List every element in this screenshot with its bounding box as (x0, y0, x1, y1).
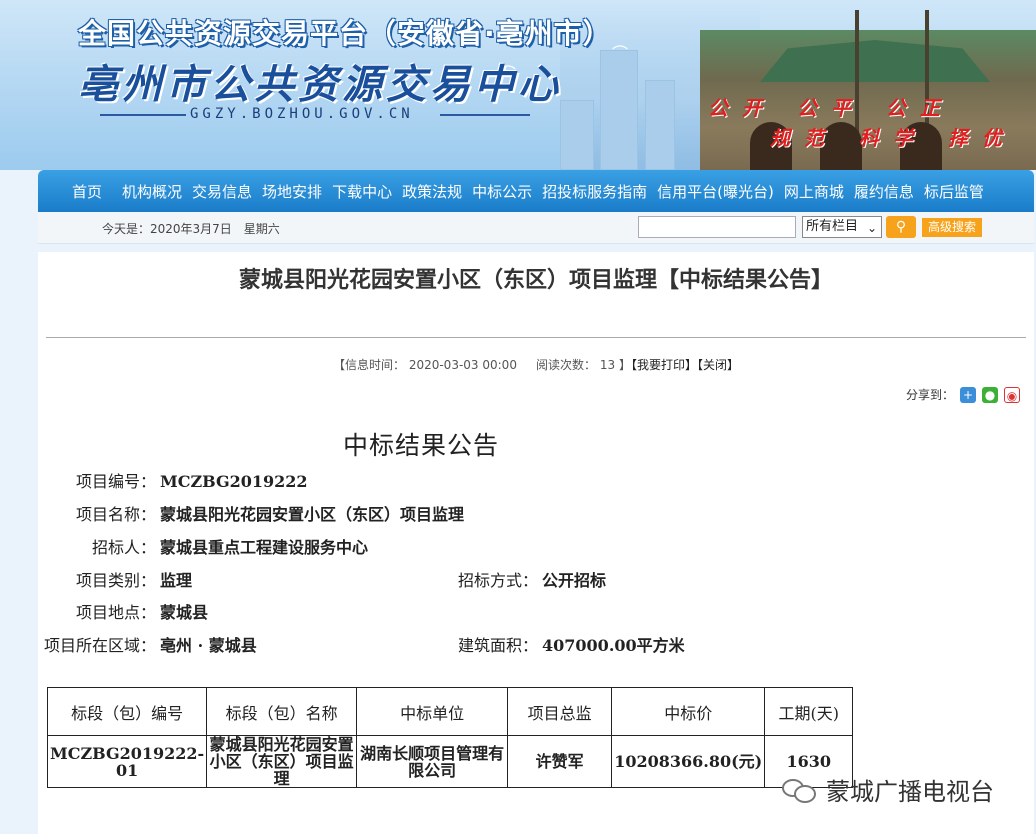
field-region: 项目所在区域： 亳州 · 蒙城县 (38, 632, 257, 656)
field-value: MCZBG2019222 (160, 472, 308, 491)
field-label: 建筑面积： (458, 636, 539, 655)
platform-title: 全国公共资源交易平台（安徽省·亳州市） (78, 17, 612, 50)
nav-item-policy[interactable]: 政策法规 (402, 181, 462, 202)
divider (100, 114, 186, 116)
nav-item-award-notice[interactable]: 中标公示 (472, 181, 532, 202)
share-more-icon[interactable]: + (960, 386, 977, 403)
field-label: 项目类别： (75, 571, 156, 590)
nav-item-trade-info[interactable]: 交易信息 (192, 181, 252, 202)
today-date: 今天是：2020年3月7日 星期六 (102, 222, 280, 236)
column-select-value: 所有栏目 (806, 219, 859, 234)
table-row: MCZBG2019222-01 蒙城县阳光花园安置小区（东区）项目监理 湖南长顺… (46, 735, 854, 788)
wechat-logo-icon (782, 777, 818, 803)
site-name: 亳州市公共资源交易中心 (78, 61, 562, 108)
close-link[interactable]: 【关闭】 (697, 358, 739, 372)
field-label: 招标方式： (458, 571, 539, 590)
nav-item-performance[interactable]: 履约信息 (854, 181, 914, 202)
search-button[interactable]: ⚲ (886, 216, 916, 238)
nav-item-venue[interactable]: 场地安排 (262, 181, 322, 202)
share-bar: 分享到： + ● ◉ (906, 386, 1021, 403)
announcement-title: 中标结果公告 (343, 431, 500, 460)
field-label: 招标人： (91, 538, 156, 557)
table-cell: 蒙城县阳光花园安置小区（东区）项目监理 (206, 735, 358, 788)
article-meta: 【信息时间： 2020-03-03 00:00 阅读次数： 13 】【我要打印】… (38, 356, 1034, 373)
field-label: 项目所在区域： (43, 636, 156, 655)
watermark: 蒙城广播电视台 (782, 772, 994, 807)
building-graphic (560, 100, 594, 170)
field-value: 监理 (160, 571, 193, 590)
nav-item-about[interactable]: 机构概况 (122, 181, 182, 202)
field-value: 蒙城县 (160, 603, 209, 622)
field-label: 项目名称： (75, 505, 156, 524)
field-location: 项目地点： 蒙城县 (60, 599, 208, 623)
field-label: 项目地点： (75, 603, 156, 622)
nav-item-service-guide[interactable]: 招投标服务指南 (542, 181, 647, 202)
field-tenderer: 招标人： 蒙城县重点工程建设服务中心 (60, 534, 368, 558)
table-cell: MCZBG2019222-01 (46, 735, 208, 788)
field-method: 招标方式： 公开招标 (458, 567, 606, 591)
meta-prefix: 【信息时间： (332, 358, 405, 372)
field-value: 亳州 · 蒙城县 (160, 636, 257, 655)
search-bar: 今天是：2020年3月7日 星期六 所有栏目 ⌄ ⚲ 高级搜索 (38, 212, 1034, 244)
search-input[interactable] (638, 216, 796, 238)
site-domain: GGZY.BOZHOU.GOV.CN (190, 106, 414, 122)
table-cell: 10208366.80(元) (611, 735, 766, 788)
field-project-name: 项目名称： 蒙城县阳光花园安置小区（东区）项目监理 (60, 501, 464, 525)
article-container: 蒙城县阳光花园安置小区（东区）项目监理【中标结果公告】 【信息时间： 2020-… (38, 252, 1034, 834)
share-label: 分享到： (906, 388, 955, 402)
page-title: 蒙城县阳光花园安置小区（东区）项目监理【中标结果公告】 (238, 267, 833, 293)
table-header-cell: 工期(天) (764, 687, 854, 736)
table-header-row: 标段（包）编号 标段（包）名称 中标单位 项目总监 中标价 工期(天) (46, 687, 854, 736)
info-time: 2020-03-03 00:00 (408, 358, 517, 372)
weibo-icon[interactable]: ◉ (1004, 386, 1021, 403)
advanced-search-button[interactable]: 高级搜索 (922, 218, 982, 237)
table-header-cell: 中标单位 (356, 687, 509, 736)
table-header-cell: 标段（包）编号 (46, 687, 208, 736)
table-header-cell: 中标价 (611, 687, 766, 736)
field-label: 项目编号： (75, 472, 156, 491)
table-header-cell: 标段（包）名称 (206, 687, 358, 736)
field-value: 蒙城县重点工程建设服务中心 (160, 538, 369, 557)
field-value: 蒙城县阳光花园安置小区（东区）项目监理 (160, 505, 465, 524)
search-icon: ⚲ (895, 219, 907, 235)
slogan-line2: 规范 科学 择优 (770, 126, 1016, 150)
table-cell: 许赞军 (507, 735, 613, 788)
read-label: 阅读次数： (536, 358, 597, 372)
wechat-icon[interactable]: ● (982, 386, 999, 403)
table-cell: 湖南长顺项目管理有限公司 (356, 735, 509, 788)
bird-icon: ⌒ (612, 44, 629, 63)
divider (440, 114, 530, 116)
header-banner: ⌒ ⌒ 全国公共资源交易平台（安徽省·亳州市） 亳州市公共资源交易中心 GGZY… (0, 0, 1036, 170)
read-count: 13 (599, 358, 616, 372)
watermark-text: 蒙城广播电视台 (826, 778, 994, 806)
meta-close-bracket: 】 (618, 358, 631, 372)
slogan-line1: 公开 公平 公正 (708, 96, 954, 120)
main-nav: 首页 机构概况 交易信息 场地安排 下载中心 政策法规 中标公示 招投标服务指南… (38, 170, 1034, 212)
building-graphic (600, 50, 638, 170)
nav-item-credit[interactable]: 信用平台(曝光台) (657, 181, 774, 202)
field-area: 建筑面积： 407000.00平方米 (458, 632, 685, 656)
nav-item-home[interactable]: 首页 (72, 181, 102, 202)
chevron-down-icon: ⌄ (866, 221, 877, 235)
divider (46, 337, 1026, 338)
nav-item-download[interactable]: 下载中心 (332, 181, 392, 202)
print-link[interactable]: 【我要打印】 (631, 358, 697, 372)
field-category: 项目类别： 监理 (60, 567, 192, 591)
nav-item-supervision[interactable]: 标后监管 (924, 181, 984, 202)
award-table: 标段（包）编号 标段（包）名称 中标单位 项目总监 中标价 工期(天) MCZB… (46, 687, 854, 788)
column-select[interactable]: 所有栏目 ⌄ (802, 216, 882, 238)
field-value: 公开招标 (542, 571, 607, 590)
building-graphic (645, 80, 675, 170)
field-project-no: 项目编号： MCZBG2019222 (60, 468, 308, 492)
field-value: 407000.00平方米 (542, 636, 685, 655)
nav-item-mall[interactable]: 网上商城 (784, 181, 844, 202)
table-header-cell: 项目总监 (507, 687, 613, 736)
